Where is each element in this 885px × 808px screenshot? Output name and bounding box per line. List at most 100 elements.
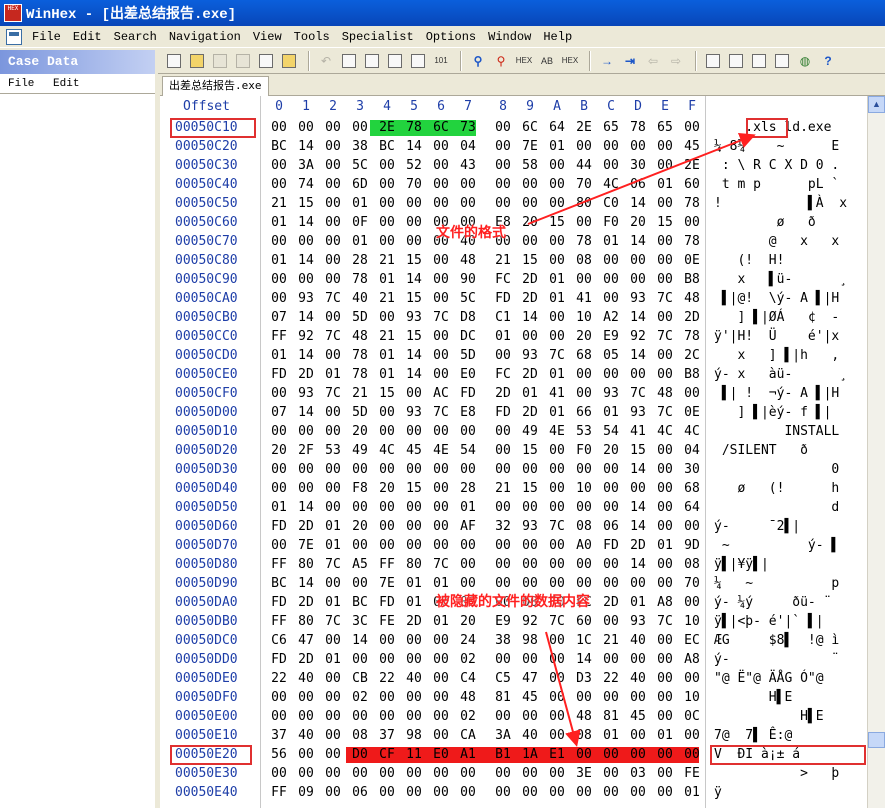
hex-byte[interactable]: 54 <box>600 424 622 439</box>
hex-byte[interactable]: 4E <box>546 424 568 439</box>
hex-byte[interactable]: 00 <box>430 766 452 781</box>
hex-byte[interactable]: 14 <box>627 519 649 534</box>
hex-byte[interactable]: 14 <box>403 367 425 382</box>
hex-byte[interactable]: 00 <box>430 709 452 724</box>
hex-byte[interactable]: 00 <box>654 234 676 249</box>
hex-byte[interactable]: 08 <box>681 557 703 572</box>
hex-byte[interactable]: 21 <box>349 386 371 401</box>
hex-byte[interactable]: 00 <box>573 215 595 230</box>
hex-byte[interactable]: 00 <box>457 766 479 781</box>
hex-byte[interactable]: 08 <box>573 253 595 268</box>
hex-byte[interactable]: 78 <box>681 234 703 249</box>
disk-tools-icon[interactable] <box>726 51 746 71</box>
hex-byte[interactable]: 00 <box>654 443 676 458</box>
ascii-row[interactable]: /SILENT ð <box>714 443 808 458</box>
hex-byte[interactable]: 2D <box>519 291 541 306</box>
ascii-row[interactable]: H▌E <box>714 690 793 705</box>
hex-byte[interactable]: 20 <box>627 215 649 230</box>
replace-text-icon[interactable]: AB <box>537 51 557 71</box>
hex-byte[interactable]: FC <box>492 367 514 382</box>
hex-byte[interactable]: 00 <box>654 576 676 591</box>
row-offset[interactable]: 00050DF0 <box>175 690 238 705</box>
menu-navigation[interactable]: Navigation <box>163 30 247 44</box>
hex-byte[interactable]: 00 <box>376 652 398 667</box>
hex-byte[interactable]: 93 <box>519 348 541 363</box>
hex-byte[interactable]: 80 <box>295 614 317 629</box>
hex-byte[interactable]: 6C <box>519 120 541 135</box>
hex-byte[interactable]: 00 <box>654 348 676 363</box>
hex-byte[interactable]: 14 <box>403 272 425 287</box>
row-offset[interactable]: 00050DD0 <box>175 652 238 667</box>
hex-byte[interactable]: 20 <box>349 424 371 439</box>
ascii-row[interactable]: x ▌ü- ¸ <box>714 272 847 287</box>
hex-byte[interactable]: 38 <box>492 633 514 648</box>
row-offset[interactable]: 00050D90 <box>175 576 238 591</box>
hex-byte[interactable]: F0 <box>573 443 595 458</box>
hex-byte[interactable]: 00 <box>322 785 344 800</box>
hex-byte[interactable]: 7E <box>295 538 317 553</box>
hex-byte[interactable]: 00 <box>376 196 398 211</box>
hex-byte[interactable]: 00 <box>430 519 452 534</box>
hex-byte[interactable]: 45 <box>519 690 541 705</box>
hex-byte[interactable]: 6C <box>430 120 452 135</box>
hex-byte[interactable]: 68 <box>573 348 595 363</box>
hex-byte[interactable]: 78 <box>349 272 371 287</box>
hex-byte[interactable]: 15 <box>627 443 649 458</box>
hex-byte[interactable]: 00 <box>322 310 344 325</box>
ascii-row[interactable]: ! ▌À x <box>714 196 847 211</box>
hex-byte[interactable]: 48 <box>349 329 371 344</box>
hex-byte[interactable]: 2D <box>627 538 649 553</box>
hex-byte[interactable]: 00 <box>573 272 595 287</box>
winhex-app-icon[interactable]: HEX <box>4 4 22 22</box>
row-offset[interactable]: 00050E30 <box>175 766 238 781</box>
hex-byte[interactable]: 2E <box>573 120 595 135</box>
hex-byte[interactable]: 14 <box>573 652 595 667</box>
row-offset[interactable]: 00050D60 <box>175 519 238 534</box>
menu-file[interactable]: File <box>26 30 67 44</box>
hex-byte[interactable]: 00 <box>349 462 371 477</box>
ascii-row[interactable]: ø (! h <box>714 481 839 496</box>
ram-editor-icon[interactable] <box>749 51 769 71</box>
ascii-row[interactable]: > þ <box>714 766 839 781</box>
hex-byte[interactable]: 98 <box>403 728 425 743</box>
hex-byte[interactable]: 00 <box>349 538 371 553</box>
row-offset[interactable]: 00050D30 <box>175 462 238 477</box>
hex-byte[interactable]: 00 <box>295 234 317 249</box>
hex-byte[interactable]: 00 <box>654 253 676 268</box>
scroll-thumb[interactable] <box>868 732 885 748</box>
hex-byte[interactable]: 00 <box>654 671 676 686</box>
hex-byte[interactable]: 00 <box>627 139 649 154</box>
hex-byte[interactable]: 15 <box>376 386 398 401</box>
hex-byte[interactable]: 00 <box>546 652 568 667</box>
hex-byte[interactable]: 00 <box>268 766 290 781</box>
hex-byte[interactable]: 0C <box>681 709 703 724</box>
hex-byte[interactable]: 41 <box>573 291 595 306</box>
hex-byte[interactable]: E8 <box>457 405 479 420</box>
hex-byte[interactable]: 2C <box>681 348 703 363</box>
hex-byte[interactable]: 5C <box>457 291 479 306</box>
hex-byte[interactable]: 00 <box>492 196 514 211</box>
hex-byte[interactable]: 2E <box>681 158 703 173</box>
hex-byte[interactable]: 00 <box>492 158 514 173</box>
hex-byte[interactable]: F8 <box>349 481 371 496</box>
hex-byte[interactable]: 00 <box>430 367 452 382</box>
hex-byte[interactable]: 7C <box>430 405 452 420</box>
binary-icon[interactable]: 101 <box>431 51 451 71</box>
hex-byte[interactable]: 00 <box>457 424 479 439</box>
hex-byte[interactable]: 21 <box>376 291 398 306</box>
hex-byte[interactable]: 00 <box>492 652 514 667</box>
write-clipboard-icon[interactable] <box>408 51 428 71</box>
hex-byte[interactable]: 80 <box>573 196 595 211</box>
hex-byte[interactable]: 00 <box>627 747 649 762</box>
hex-byte[interactable]: 40 <box>295 671 317 686</box>
hex-byte[interactable]: 00 <box>546 671 568 686</box>
hex-byte[interactable]: 00 <box>322 253 344 268</box>
hex-byte[interactable]: B8 <box>681 272 703 287</box>
hex-byte[interactable]: 00 <box>457 177 479 192</box>
hex-byte[interactable]: FD <box>600 538 622 553</box>
hex-byte[interactable]: 00 <box>681 519 703 534</box>
find-text-icon[interactable]: ⚲ <box>468 51 488 71</box>
hex-byte[interactable]: BC <box>349 595 371 610</box>
hex-byte[interactable]: 00 <box>349 652 371 667</box>
hex-byte[interactable]: 00 <box>654 519 676 534</box>
